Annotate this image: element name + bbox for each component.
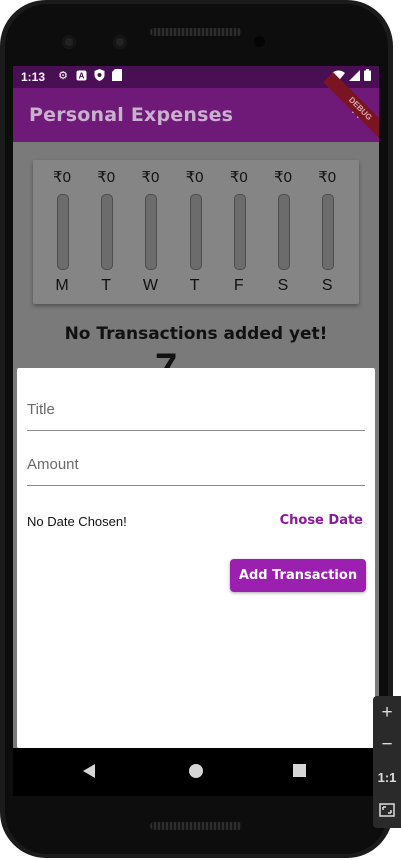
title-field[interactable] [27, 388, 365, 431]
status-time: 1:13 [21, 70, 46, 84]
proximity-sensor [254, 36, 265, 47]
bar-day-label: S [321, 277, 333, 294]
device-screen: 1:13 ⚙ A Personal Expenses DEBUG ₹0 M ₹0… [13, 66, 379, 796]
font-icon: A [75, 69, 87, 81]
bar-amount-label: ₹0 [141, 169, 160, 186]
bar-amount-label: ₹0 [97, 169, 116, 186]
date-status: No Date Chosen! [27, 514, 127, 529]
fit-screen-icon[interactable] [373, 802, 401, 822]
empty-state-message: No Transactions added yet! [64, 324, 328, 344]
chart-bar-2: ₹0 W [135, 160, 165, 304]
actual-size-button[interactable]: 1:1 [373, 770, 401, 785]
bar-track [145, 194, 158, 270]
zoom-in-button[interactable]: + [373, 702, 401, 724]
bar-track [322, 194, 335, 270]
app-bar: Personal Expenses + DEBUG [13, 72, 379, 146]
bar-amount-label: ₹0 [185, 169, 204, 186]
status-bar: 1:13 ⚙ A [13, 66, 379, 88]
signal-icon [349, 69, 360, 84]
app-title: Personal Expenses [29, 104, 234, 126]
chart-bar-5: ₹0 S [268, 160, 298, 304]
chart-bar-1: ₹0 T [91, 160, 121, 304]
bar-day-label: S [277, 277, 289, 294]
bar-track [278, 194, 290, 270]
bar-track [189, 194, 202, 270]
weekly-chart: ₹0 M ₹0 T ₹0 W ₹0 T ₹0 F ₹0 S ₹0 S [33, 160, 359, 304]
settings-icon: ⚙ [58, 69, 68, 82]
bar-track [233, 194, 246, 270]
bar-amount-label: ₹0 [274, 169, 292, 186]
new-transaction-sheet: No Date Chosen! Chose Date Add Transacti… [17, 368, 375, 748]
phone-frame: 1:13 ⚙ A Personal Expenses DEBUG ₹0 M ₹0… [0, 0, 393, 858]
chose-date-button[interactable]: Chose Date [280, 513, 363, 528]
bar-day-label: T [101, 277, 112, 294]
emulator-toolbar: + − 1:1 [373, 696, 401, 828]
status-left-icons: ⚙ A [57, 69, 123, 82]
sd-card-icon [111, 69, 123, 81]
chart-bar-3: ₹0 T [180, 160, 210, 304]
bar-day-label: T [189, 277, 200, 294]
top-speaker [150, 28, 242, 36]
bar-track [57, 194, 69, 270]
chart-bar-4: ₹0 F [224, 160, 254, 304]
bottom-speaker [150, 822, 242, 830]
recents-icon[interactable] [293, 764, 306, 777]
svg-text:A: A [78, 71, 84, 80]
bar-amount-label: ₹0 [53, 169, 71, 186]
bar-day-label: F [233, 277, 244, 294]
front-camera-right [113, 35, 127, 49]
chart-bar-0: ₹0 M [47, 160, 77, 304]
front-camera-left [62, 35, 76, 49]
bar-amount-label: ₹0 [318, 169, 337, 186]
chart-bar-6: ₹0 S [312, 160, 342, 304]
add-transaction-button[interactable]: Add Transaction [230, 559, 366, 592]
navigation-bar [13, 748, 379, 796]
zoom-out-button[interactable]: − [373, 734, 401, 756]
home-icon[interactable] [189, 764, 203, 778]
bar-amount-label: ₹0 [229, 169, 248, 186]
bar-track [101, 194, 114, 270]
amount-field[interactable] [27, 443, 365, 486]
back-icon[interactable] [83, 764, 95, 778]
bar-day-label: M [55, 277, 69, 294]
bar-day-label: W [142, 277, 158, 294]
battery-icon [364, 69, 371, 84]
shield-icon [93, 69, 105, 81]
